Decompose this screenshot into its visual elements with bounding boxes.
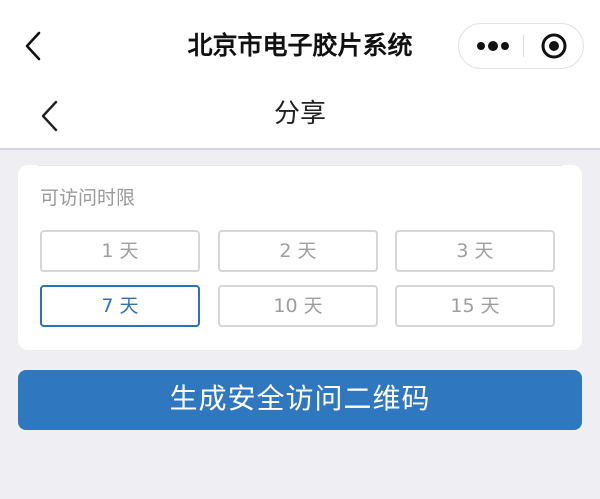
capsule-divider	[523, 35, 524, 57]
capsule-menu	[458, 23, 584, 69]
access-limit-card: 可访问时限 1 天 2 天 3 天 7 天 10 天 15 天	[18, 165, 582, 350]
duration-option-7-days[interactable]: 7 天	[40, 285, 200, 327]
duration-option-2-days[interactable]: 2 天	[218, 230, 378, 272]
duration-option-1-day[interactable]: 1 天	[40, 230, 200, 272]
more-dots-icon[interactable]	[473, 24, 513, 68]
mini-program-nav-bar: 北京市电子胶片系统	[0, 0, 600, 90]
generate-qr-button[interactable]: 生成安全访问二维码	[18, 370, 582, 430]
duration-option-10-days[interactable]: 10 天	[218, 285, 378, 327]
access-limit-label: 可访问时限	[40, 187, 136, 209]
duration-option-15-days[interactable]: 15 天	[395, 285, 555, 327]
divider	[38, 165, 562, 166]
record-target-icon[interactable]	[539, 31, 569, 61]
page-header: 分享	[0, 90, 600, 150]
page-title: 分享	[273, 99, 326, 129]
duration-option-3-days[interactable]: 3 天	[395, 230, 555, 272]
